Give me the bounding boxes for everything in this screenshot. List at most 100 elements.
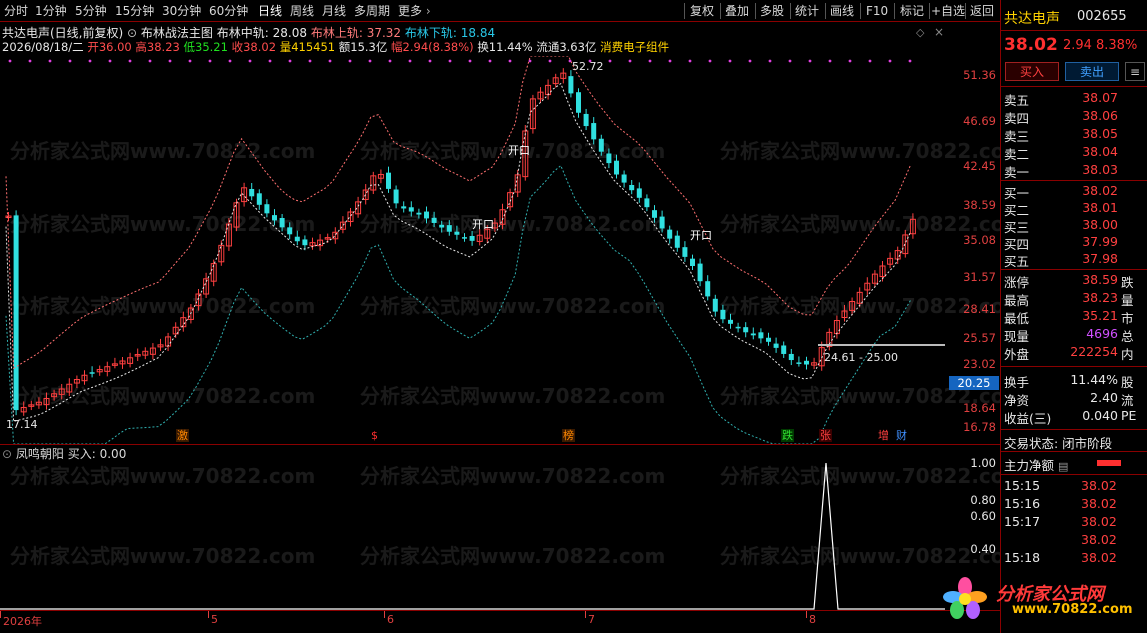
amount-label: 额 <box>338 40 351 54</box>
candle-body <box>735 326 741 329</box>
stat-extra: 总 <box>1121 329 1134 344</box>
close-icon[interactable]: × <box>934 25 944 39</box>
stat-extra: 内 <box>1121 347 1134 362</box>
period-tab-more[interactable]: 更多 › <box>398 3 431 19</box>
boll-lower-line <box>5 164 911 444</box>
period-tab-5min[interactable]: 5分钟 <box>75 3 107 19</box>
sub-indicator-name[interactable]: 凤鸣朝阳 <box>16 447 64 461</box>
period-tab-15min[interactable]: 15分钟 <box>115 3 154 19</box>
event-marker[interactable]: $ <box>370 429 379 442</box>
candle-body <box>454 231 460 235</box>
divider <box>1001 366 1147 367</box>
more-label: 更多 <box>398 4 423 18</box>
tick-row: 38.02 <box>1001 532 1147 549</box>
ask-row: 卖五 38.07 <box>1001 90 1147 108</box>
f10-button[interactable]: F10 <box>866 3 888 19</box>
tick-row: 15:17 38.02 <box>1001 514 1147 531</box>
price-axis-label: 18.64 <box>963 401 996 415</box>
period-tab-day[interactable]: 日线 <box>258 3 282 19</box>
date-tick <box>0 611 1 618</box>
ask-row: 卖四 38.06 <box>1001 108 1147 126</box>
stock-name: 共达电声 <box>1004 11 1060 27</box>
event-marker[interactable]: 张 <box>819 429 832 442</box>
event-marker[interactable]: 财 <box>895 429 908 442</box>
candle-body <box>720 309 726 320</box>
sell-button[interactable]: 卖出 <box>1065 62 1119 81</box>
mark-button[interactable]: 标记 <box>900 3 924 19</box>
statistics-button[interactable]: 统计 <box>795 3 819 19</box>
tick-price: 38.02 <box>1081 532 1117 547</box>
overlay-button[interactable]: 叠加 <box>725 3 749 19</box>
buy-signal-line <box>0 462 945 610</box>
main-flow-bar <box>1097 460 1121 466</box>
open-signal-label: 开口 <box>690 229 712 242</box>
date-label: 7 <box>588 613 595 626</box>
event-marker[interactable]: 榜 <box>562 429 575 442</box>
signal-dot <box>848 59 852 63</box>
signal-dot <box>508 59 512 63</box>
signal-dot <box>768 59 772 63</box>
candle-body <box>598 138 604 152</box>
signal-dot <box>188 59 192 63</box>
tick-price: 38.02 <box>1081 496 1117 511</box>
indicator-dropdown-icon[interactable]: ⊙ <box>127 26 137 40</box>
candle-body <box>804 360 809 365</box>
ask-row: 卖三 38.05 <box>1001 126 1147 144</box>
period-tab-60min[interactable]: 60分钟 <box>209 3 248 19</box>
adjust-button[interactable]: 复权 <box>690 3 714 19</box>
main-flow-row[interactable]: 主力净额 ▤ <box>1004 455 1147 474</box>
signal-dot <box>448 59 452 63</box>
logo-url: www.70822.com <box>1012 602 1133 617</box>
signal-dot <box>828 59 832 63</box>
event-marker[interactable]: 激 <box>176 429 189 442</box>
sub-indicator-chart[interactable] <box>0 460 945 610</box>
period-tab-1min[interactable]: 1分钟 <box>35 3 67 19</box>
buy-button[interactable]: 买入 <box>1005 62 1059 81</box>
stat-row: 外盘 222254 内 <box>1001 344 1147 362</box>
indicator-dropdown-icon[interactable]: ⊙ <box>2 447 12 461</box>
toolbar-divider <box>755 3 756 19</box>
close-label: 收 <box>231 40 244 54</box>
kline-chart[interactable]: 52.72 17.14 24.61 - 25.00 开口 开口 开口 <box>0 56 945 444</box>
stat-label: 最高 <box>1004 293 1030 308</box>
signal-dot <box>608 59 612 63</box>
main-flow-label: 主力净额 <box>1004 458 1055 473</box>
ask-label: 卖四 <box>1004 111 1030 126</box>
high-value: 38.23 <box>146 40 180 54</box>
period-tab-multi[interactable]: 多周期 <box>354 3 390 19</box>
trade-status: 交易状态: 闭市阶段 <box>1004 436 1113 451</box>
period-tab-minute[interactable]: 分时 <box>4 3 28 19</box>
event-marker[interactable]: 跌 <box>781 429 794 442</box>
period-tab-week[interactable]: 周线 <box>290 3 314 19</box>
event-marker[interactable]: 增 <box>877 429 890 442</box>
tick-time: 15:18 <box>1004 550 1041 565</box>
add-watchlist-button[interactable]: +自选 <box>931 3 965 19</box>
candle-body <box>697 263 703 282</box>
quote-panel: 共达电声 002655 38.02 2.94 8.38% 买入 卖出 ≡ 卖五 3… <box>1000 0 1147 633</box>
period-tab-month[interactable]: 月线 <box>322 3 346 19</box>
signal-dot <box>268 59 272 63</box>
multi-stock-button[interactable]: 多股 <box>760 3 784 19</box>
stat-value: 4696 <box>1086 326 1118 341</box>
stat-value: 222254 <box>1070 344 1118 359</box>
list-icon[interactable]: ▤ <box>1058 460 1068 473</box>
stat-value: 38.23 <box>1082 290 1118 305</box>
low-label: 低 <box>183 40 196 54</box>
price-row: 38.02 2.94 8.38% <box>1001 33 1147 57</box>
period-tab-30min[interactable]: 30分钟 <box>162 3 201 19</box>
draw-line-button[interactable]: 画线 <box>830 3 854 19</box>
tick-time: 15:15 <box>1004 478 1041 493</box>
candle-body <box>264 204 270 214</box>
diamond-icon[interactable]: ◇ <box>916 26 924 39</box>
kline-canvas: 52.7217.1424.61 - 25.00开口开口开口 <box>5 56 945 444</box>
date-label: 6 <box>387 613 394 626</box>
concept-tag[interactable]: 消费电子组件 <box>600 40 669 54</box>
indicator-name[interactable]: 布林战法主图 <box>141 26 213 40</box>
toolbar-divider <box>929 3 930 19</box>
bid-row: 买五 37.98 <box>1001 251 1147 269</box>
boll-mid-label: 布林中轨: <box>216 26 269 40</box>
menu-icon[interactable]: ≡ <box>1125 62 1145 81</box>
signal-dot <box>708 59 712 63</box>
back-button[interactable]: 返回 <box>970 3 994 19</box>
bid-price: 38.01 <box>1082 200 1118 215</box>
